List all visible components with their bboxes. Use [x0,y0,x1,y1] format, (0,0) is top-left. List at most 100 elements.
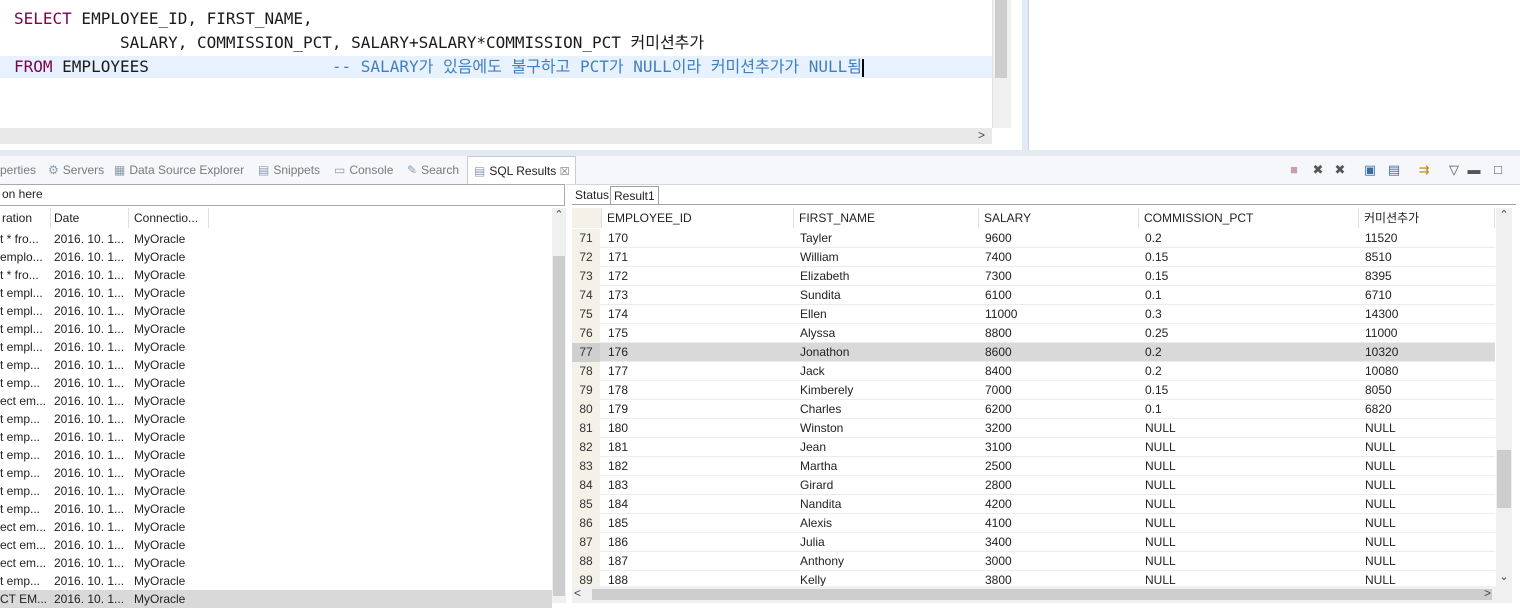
pin-icon[interactable]: ⇉ [1416,162,1432,178]
code-line-1[interactable]: SELECT EMPLOYEE_ID, FIRST_NAME, [14,8,313,30]
history-scroll-thumb[interactable] [553,256,565,596]
table-row[interactable]: 71 170 Tayler 9600 0.2 11520 [572,229,1495,248]
table-row[interactable]: 80 179 Charles 6200 0.1 6820 [572,400,1495,419]
editor-scroll-thumb[interactable] [995,0,1007,78]
history-cell-date: 2016. 10. 1... [54,412,125,426]
scroll-right-arrow-icon[interactable]: > [978,128,985,142]
column-header-salary[interactable]: SALARY [979,208,1139,228]
column-header-operation[interactable]: ration [0,208,51,228]
tab-search[interactable]: ✎ Search [407,156,459,184]
column-header-employee-id[interactable]: EMPLOYEE_ID [602,208,794,228]
view-menu-icon[interactable]: ▽ [1446,162,1462,178]
table-row[interactable]: 78 177 Jack 8400 0.2 10080 [572,362,1495,381]
history-row[interactable]: t emp... 2016. 10. 1... MyOracle [0,374,552,392]
history-cell-op: t * fro... [0,268,39,282]
table-cell-id: 187 [608,554,629,568]
scroll-up-arrow-icon[interactable]: ⌃ [1496,208,1512,221]
history-row[interactable]: t emp... 2016. 10. 1... MyOracle [0,446,552,464]
history-row[interactable]: t emp... 2016. 10. 1... MyOracle [0,572,552,590]
tab-result1[interactable]: Result1 [610,186,659,205]
table-row[interactable]: 82 181 Jean 3100 NULL NULL [572,438,1495,457]
scroll-down-arrow-icon[interactable]: ⌄ [1496,570,1512,583]
table-row[interactable]: 86 185 Alexis 4100 NULL NULL [572,514,1495,533]
tab-snippets[interactable]: ▤ Snippets [258,156,320,184]
table-cell-id: 173 [608,288,629,302]
table-row[interactable]: 79 178 Kimberely 7000 0.15 8050 [572,381,1495,400]
table-row[interactable]: 76 175 Alyssa 8800 0.25 11000 [572,324,1495,343]
table-cell-extra: NULL [1365,497,1396,511]
tab-data-source-explorer[interactable]: ▦ Data Source Explorer [114,156,244,184]
history-row[interactable]: t emp... 2016. 10. 1... MyOracle [0,356,552,374]
minimize-icon[interactable]: ▬ [1466,162,1482,178]
history-row[interactable]: t * fro... 2016. 10. 1... MyOracle [0,266,552,284]
table-cell-pct: NULL [1145,554,1176,568]
remove-icon[interactable]: ✖ [1310,162,1326,178]
table-cell-extra: 10080 [1365,364,1399,378]
history-row[interactable]: t empl... 2016. 10. 1... MyOracle [0,338,552,356]
history-row[interactable]: ect em... 2016. 10. 1... MyOracle [0,536,552,554]
table-row[interactable]: 87 186 Julia 3400 NULL NULL [572,533,1495,552]
history-row[interactable]: CT EM... 2016. 10. 1... MyOracle [0,590,552,608]
tab-status[interactable]: Status [572,186,612,204]
column-header-commission-pct[interactable]: COMMISSION_PCT [1139,208,1359,228]
table-row[interactable]: 81 180 Winston 3200 NULL NULL [572,419,1495,438]
history-row[interactable]: t emp... 2016. 10. 1... MyOracle [0,482,552,500]
table-row[interactable]: 84 183 Girard 2800 NULL NULL [572,476,1495,495]
close-icon[interactable]: ☒ [560,166,570,178]
tab-console[interactable]: ▭ Console [334,156,393,184]
table-cell-id: 181 [608,440,629,454]
export-icon[interactable]: ▤ [1386,162,1402,178]
column-header-connection[interactable]: Connectio... [132,208,209,228]
code-line-2[interactable]: SALARY, COMMISSION_PCT, SALARY+SALARY*CO… [14,32,704,54]
column-header-first-name[interactable]: FIRST_NAME [794,208,979,228]
table-row[interactable]: 72 171 William 7400 0.15 8510 [572,248,1495,267]
results-vertical-scrollbar[interactable] [1496,208,1512,586]
maximize-icon[interactable]: □ [1490,162,1506,178]
tab-sql-results[interactable]: ▤ SQL Results ☒ [467,156,577,184]
history-row[interactable]: t emp... 2016. 10. 1... MyOracle [0,500,552,518]
history-row[interactable]: t emp... 2016. 10. 1... MyOracle [0,464,552,482]
editor-horizontal-scrollbar[interactable] [0,128,992,144]
table-cell-id: 182 [608,459,629,473]
history-cell-op: t emp... [0,466,41,480]
history-row[interactable]: t emp... 2016. 10. 1... MyOracle [0,410,552,428]
table-cell-pct: NULL [1145,478,1176,492]
table-row[interactable]: 83 182 Martha 2500 NULL NULL [572,457,1495,476]
column-header-date[interactable]: Date [52,208,129,228]
scroll-left-arrow-icon[interactable]: < [574,586,581,600]
history-row[interactable]: t empl... 2016. 10. 1... MyOracle [0,320,552,338]
history-row[interactable]: t emp... 2016. 10. 1... MyOracle [0,428,552,446]
table-cell-name: Winston [800,421,844,435]
tab-servers[interactable]: ⚙ Servers [48,156,104,184]
history-row[interactable]: emplo... 2016. 10. 1... MyOracle [0,248,552,266]
remove-all-icon[interactable]: ✖ [1332,162,1348,178]
table-row[interactable]: 73 172 Elizabeth 7300 0.15 8395 [572,267,1495,286]
history-row[interactable]: t empl... 2016. 10. 1... MyOracle [0,302,552,320]
history-row[interactable]: ect em... 2016. 10. 1... MyOracle [0,392,552,410]
scroll-up-arrow-icon[interactable]: ⌃ [552,208,566,221]
table-row[interactable]: 75 174 Ellen 11000 0.3 14300 [572,305,1495,324]
row-number: 81 [572,419,600,438]
results-scroll-thumb[interactable] [1497,450,1511,508]
table-cell-id: 184 [608,497,629,511]
column-header-commission-added[interactable]: 커미션추가 [1359,208,1495,228]
table-row[interactable]: 85 184 Nandita 4200 NULL NULL [572,495,1495,514]
history-row[interactable]: ect em... 2016. 10. 1... MyOracle [0,554,552,572]
results-hscroll-thumb[interactable] [592,589,1492,600]
table-row[interactable]: 77 176 Jonathon 8600 0.2 10320 [572,343,1495,362]
code-line-3[interactable]: FROM EMPLOYEES -- SALARY가 있음에도 불구하고 PCT가… [14,56,865,78]
row-number: 74 [572,286,600,305]
scroll-right-arrow-icon[interactable]: > [1484,586,1491,600]
history-row[interactable]: t * fro... 2016. 10. 1... MyOracle [0,230,552,248]
table-row[interactable]: 88 187 Anthony 3000 NULL NULL [572,552,1495,571]
terminate-icon[interactable]: ■ [1286,162,1302,178]
search-icon: ✎ [407,163,418,177]
tab-label: Console [349,163,394,177]
history-row[interactable]: t empl... 2016. 10. 1... MyOracle [0,284,552,302]
table-row[interactable]: 74 173 Sundita 6100 0.1 6710 [572,286,1495,305]
history-cell-op: ect em... [0,394,47,408]
history-filter-input[interactable]: on here [0,184,565,206]
tab-properties[interactable]: perties [0,156,36,184]
save-icon[interactable]: ▣ [1362,162,1378,178]
history-row[interactable]: ect em... 2016. 10. 1... MyOracle [0,518,552,536]
